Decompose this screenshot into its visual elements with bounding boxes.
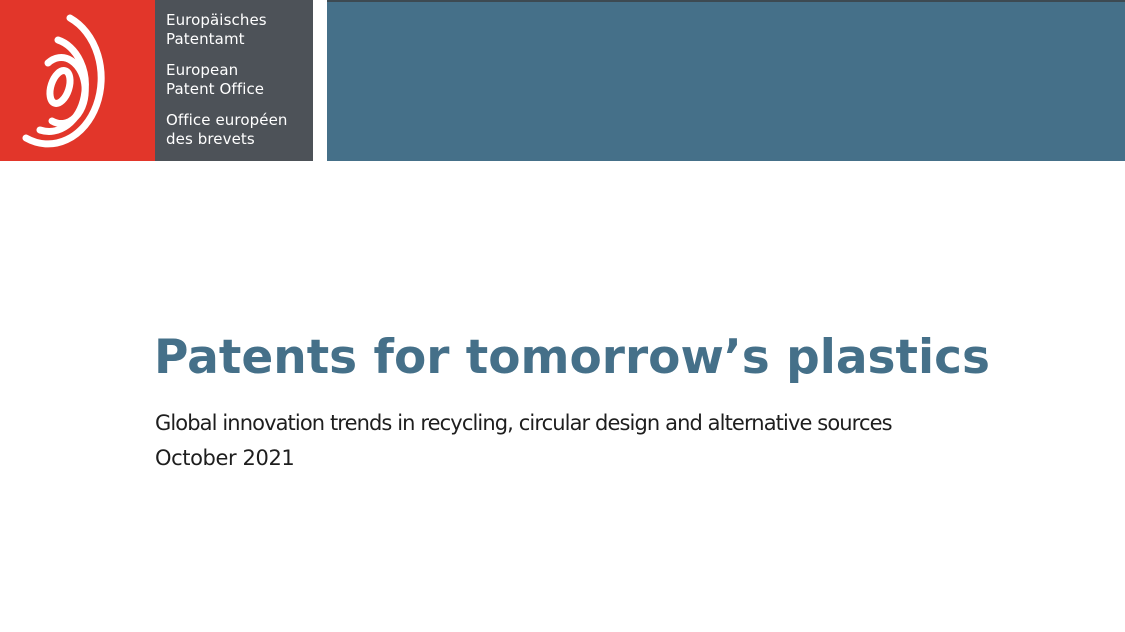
organization-name-en-line-1: European	[166, 61, 239, 79]
epo-logo-icon	[22, 14, 105, 148]
header-divider	[313, 0, 327, 161]
document-subtitle: Global innovation trends in recycling, c…	[155, 411, 893, 435]
organization-name-fr-line-1: Office européen	[166, 111, 288, 129]
epo-logo	[0, 0, 155, 161]
document-title: Patents for tomorrow’s plastics	[154, 330, 990, 385]
organization-name-de-line-1: Europäisches	[166, 11, 267, 29]
organization-name-block: Europäisches Patentamt European Patent O…	[155, 0, 313, 161]
organization-name-de-line-2: Patentamt	[166, 30, 245, 48]
page-header: Europäisches Patentamt European Patent O…	[0, 0, 1125, 161]
publication-date: October 2021	[155, 446, 295, 470]
organization-name-fr-line-2: des brevets	[166, 130, 255, 148]
organization-name-en-line-2: Patent Office	[166, 80, 265, 98]
header-color-band	[327, 2, 1125, 161]
